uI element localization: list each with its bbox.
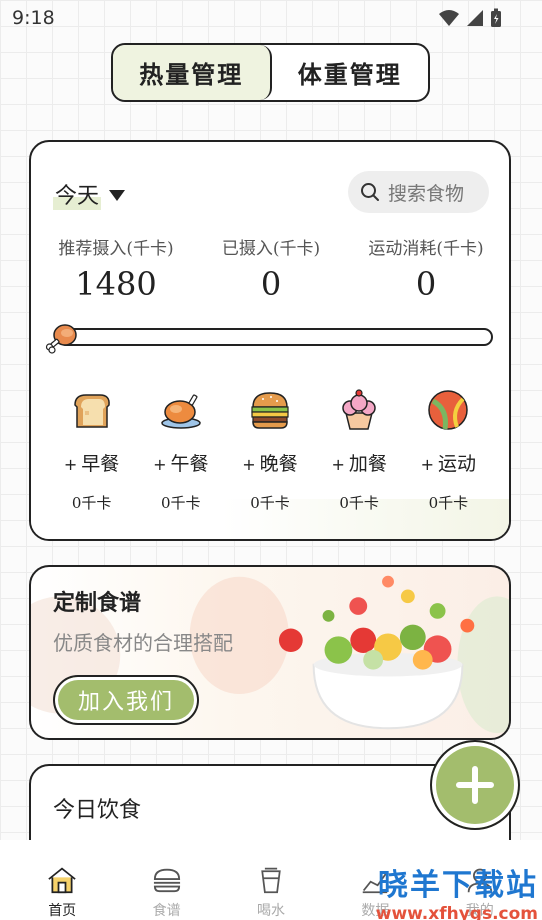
stat-burned: 运动消耗(千卡) 0 [361,234,491,303]
progress-track [57,328,493,346]
roast-chicken-icon [161,394,201,429]
stat-label: 运动消耗(千卡) [368,239,484,259]
add-snack-button[interactable]: + 加餐 [331,449,386,476]
tab-label: 首页 [48,903,77,919]
cup-icon [261,867,281,894]
meal-label: 晚餐 [259,453,298,475]
meal-dinner[interactable]: + 晚餐 0千卡 [230,387,310,513]
today-diet-title: 今日饮食 [53,798,142,823]
toast-icon [73,394,110,428]
meal-label: 运动 [438,453,477,475]
custom-recipe-banner[interactable]: 定制食谱 优质食材的合理搭配 加入我们 [29,565,511,740]
recipe-subtitle: 优质食材的合理搭配 [53,631,233,655]
ball-icon [428,390,469,430]
date-selector[interactable]: 今天 [53,178,126,210]
date-label: 今天 [53,178,102,210]
caret-down-icon [109,189,126,201]
meal-kcal: 0千卡 [71,494,112,512]
plus-icon [456,766,494,804]
meal-label: 午餐 [170,453,209,475]
meal-kcal: 0千卡 [428,494,469,512]
signal-icon [467,10,483,26]
burger-icon [251,392,289,429]
add-fab-button[interactable] [430,740,520,830]
stat-value: 1480 [75,265,157,303]
status-time: 9:18 [12,7,55,29]
watermark-url: www.xfhygs.com [375,904,538,920]
join-us-button[interactable]: 加入我们 [53,675,199,725]
calorie-summary-card: 今天 搜索食物 推荐摄入(千卡) 1480 已摄入(千卡) 0 运动消耗(千卡)… [29,140,511,541]
site-watermark: 晓羊下载站 www.xfhygs.com [376,860,538,920]
meal-list: + 早餐 0千卡 + 午餐 0千卡 + 晚餐 0千卡 + 加餐 0千卡 + 运动… [31,387,509,513]
recipe-title: 定制食谱 [53,590,142,616]
stat-label: 已摄入(千卡) [221,239,321,259]
battery-icon [491,8,501,27]
meal-label: 早餐 [81,453,120,475]
stat-value: 0 [260,265,282,303]
add-dinner-button[interactable]: + 晚餐 [242,449,297,476]
tab-label: 喝水 [256,903,285,919]
meal-kcal: 0千卡 [339,494,379,512]
food-search[interactable]: 搜索食物 [348,171,489,213]
management-segment: 热量管理 体重管理 [111,43,430,102]
meal-label: 加餐 [348,453,387,475]
status-icons [438,8,502,28]
watermark-title: 晓羊下载站 [378,868,538,903]
meal-exercise[interactable]: + 运动 0千卡 [408,387,488,513]
search-icon [361,183,379,201]
stat-consumed: 已摄入(千卡) 0 [211,234,331,303]
add-breakfast-button[interactable]: + 早餐 [64,449,119,476]
add-lunch-button[interactable]: + 午餐 [153,449,208,476]
tab-home[interactable]: 首页 [17,840,107,920]
tab-weight-management[interactable]: 体重管理 [272,45,429,100]
stat-recommended: 推荐摄入(千卡) 1480 [51,234,181,303]
meal-lunch[interactable]: + 午餐 0千卡 [141,387,221,513]
stat-value: 0 [415,265,437,303]
tab-calorie-management[interactable]: 热量管理 [113,45,272,100]
home-icon [48,867,76,894]
tab-recipes[interactable]: 食谱 [122,840,212,920]
drumstick-icon [45,324,77,354]
tab-water[interactable]: 喝水 [226,840,316,920]
add-exercise-button[interactable]: + 运动 [421,449,476,476]
cupcake-icon [342,389,376,430]
meal-snack[interactable]: + 加餐 0千卡 [319,387,399,513]
meal-kcal: 0千卡 [250,494,290,512]
status-bar: 9:18 [0,0,542,36]
wifi-icon [439,10,459,26]
meal-breakfast[interactable]: + 早餐 0千卡 [52,387,132,513]
stat-label: 推荐摄入(千卡) [58,239,174,259]
meal-kcal: 0千卡 [161,494,201,512]
food-icon [153,868,180,893]
intake-progress [45,320,495,356]
tab-label: 食谱 [152,903,181,919]
search-placeholder: 搜索食物 [388,182,465,205]
